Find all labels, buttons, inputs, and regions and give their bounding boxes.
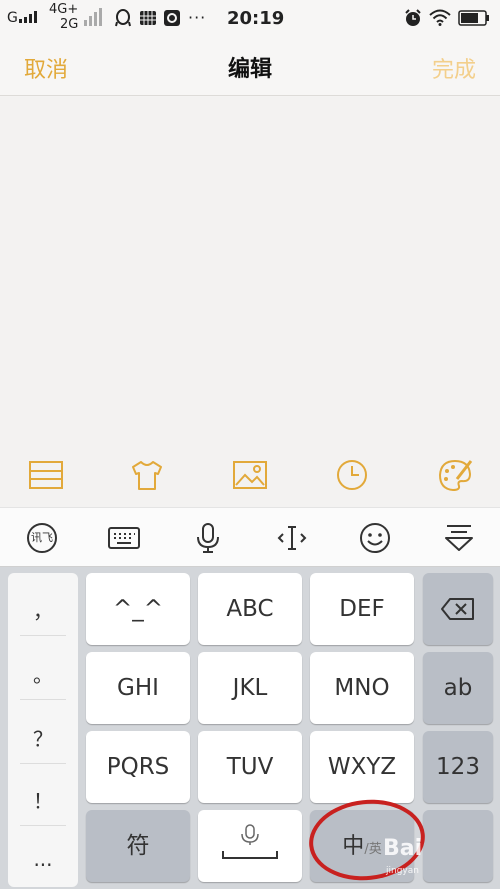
keyboard: ， 。 ？ ！ ... ^_^ ABC DEF GHI JKL MNO ab P… (0, 567, 500, 889)
backspace-key[interactable] (423, 573, 493, 645)
punctuation-column[interactable]: ， 。 ？ ！ ... (8, 573, 78, 887)
battery-icon (458, 10, 489, 26)
key-symbols[interactable]: 符 (86, 810, 190, 882)
palette-icon[interactable] (435, 457, 475, 493)
key-pqrs[interactable]: PQRS (86, 731, 190, 803)
watermark: Bai (383, 836, 423, 861)
app-icon (164, 10, 180, 26)
watermark-sub: jingyan (386, 866, 419, 876)
signal-icon-2 (84, 4, 102, 26)
space-key[interactable] (198, 810, 302, 882)
note-toolbar (0, 445, 500, 507)
key-tuv[interactable]: TUV (198, 731, 302, 803)
page-title: 编辑 (227, 57, 272, 82)
handwriting-icon[interactable]: 讯飞 (25, 522, 59, 554)
microphone-icon[interactable] (191, 522, 225, 554)
key-jkl[interactable]: JKL (198, 652, 302, 724)
punct-period[interactable]: 。 (8, 659, 78, 688)
status-bar: G 4G+ 2G ··· 20:19 (0, 0, 500, 36)
enter-key[interactable] (423, 810, 493, 882)
key-abc[interactable]: ABC (198, 573, 302, 645)
emoji-icon[interactable] (358, 522, 392, 554)
key-mno[interactable]: MNO (310, 652, 414, 724)
key-emoticon[interactable]: ^_^ (86, 573, 190, 645)
shirt-icon[interactable] (127, 457, 167, 493)
cursor-icon[interactable] (275, 522, 309, 554)
list-icon[interactable] (26, 457, 66, 493)
hide-keyboard-icon[interactable] (442, 522, 476, 554)
punct-exclamation[interactable]: ！ (8, 785, 78, 814)
key-english-mode[interactable]: ab (423, 652, 493, 724)
note-text-area[interactable] (0, 97, 500, 445)
done-button[interactable]: 完成 (432, 52, 476, 84)
qq-icon (115, 9, 131, 27)
keyboard-toolbar: 讯飞 (0, 507, 500, 567)
key-number-mode[interactable]: 123 (423, 731, 493, 803)
punct-ellipsis[interactable]: ... (8, 847, 78, 871)
keyboard-icon[interactable] (107, 522, 141, 554)
carrier-label: G (7, 10, 18, 26)
space-mic-icon (222, 824, 278, 859)
image-icon[interactable] (230, 457, 270, 493)
punct-comma[interactable]: ， (8, 595, 78, 624)
wifi-icon (429, 9, 451, 26)
grid-app-icon (140, 11, 156, 25)
handwriting-label: 讯飞 (31, 531, 53, 544)
key-def[interactable]: DEF (310, 573, 414, 645)
alarm-icon (405, 9, 421, 26)
backspace-icon (441, 598, 474, 620)
punct-question[interactable]: ？ (8, 723, 78, 752)
more-notifications: ··· (188, 8, 207, 27)
clock: 20:19 (227, 8, 285, 29)
key-ghi[interactable]: GHI (86, 652, 190, 724)
network-top-label: 4G+ (49, 2, 79, 17)
key-wxyz[interactable]: WXYZ (310, 731, 414, 803)
network-bottom-label: 2G (60, 17, 79, 32)
clock-icon[interactable] (332, 457, 372, 493)
signal-icon (19, 11, 37, 23)
nav-header: 取消 编辑 完成 (0, 36, 500, 96)
